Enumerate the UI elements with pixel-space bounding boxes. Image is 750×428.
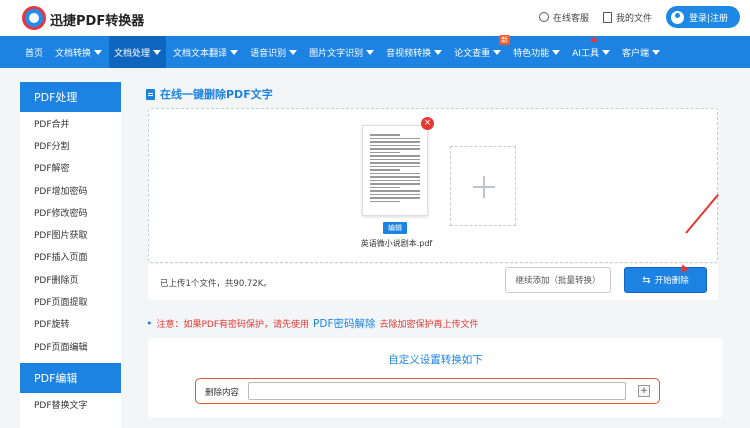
sidebar-item-pdf-delete-page[interactable]: PDF删除页 (20, 268, 121, 290)
my-files-link[interactable]: 我的文件 (602, 11, 652, 24)
nav-doc-translate[interactable]: 文档文本翻译 (168, 36, 243, 68)
nav-features[interactable]: 特色功能 (508, 36, 565, 68)
sidebar-item-pdf-page-extract[interactable]: PDF页面提取 (20, 290, 121, 312)
nav-image-ocr-label: 图片文字识别 (309, 48, 364, 59)
nav-av-convert-label: 音视频转换 (386, 48, 432, 59)
file-icon (146, 88, 155, 100)
nav-speech-label: 语音识别 (250, 48, 287, 59)
edit-file-button[interactable]: 编辑 (383, 222, 407, 234)
settings-panel: 自定义设置转换如下 删除内容 + (148, 338, 723, 418)
sidebar-item-pdf-split[interactable]: PDF分割 (20, 134, 121, 156)
sidebar: PDF处理 PDF合并 PDF分割 PDF解密 PDF增加密码 PDF修改密码 … (20, 82, 121, 428)
sidebar-item-pdf-merge[interactable]: PDF合并 (20, 112, 121, 134)
nav-home[interactable]: 首页 (20, 36, 48, 68)
password-note: • 注意：如果PDF有密码保护，请先使用 PDF密码解除 去除加密保护再上传文件 (146, 316, 479, 331)
sidebar-item-pdf-add-password[interactable]: PDF增加密码 (20, 179, 121, 201)
user-icon (671, 10, 684, 24)
nav-image-ocr[interactable]: 图片文字识别 (304, 36, 379, 68)
chevron-down-icon (552, 49, 561, 55)
note-prefix: 注意：如果PDF有密码保护，请先使用 (156, 320, 310, 330)
sidebar-item-pdf-image-extract[interactable]: PDF图片获取 (20, 223, 121, 245)
nav-features-label: 特色功能 (513, 48, 550, 59)
main-nav: 首页 文档转换 文档处理 文档文本翻译 语音识别 图片文字识别 音视频转换 论文… (0, 35, 750, 68)
nav-av-convert[interactable]: 音视频转换 (381, 36, 447, 68)
login-register-button[interactable]: 登录|注册 (666, 6, 740, 28)
bullet-icon: • (146, 317, 153, 330)
nav-client-label: 客户端 (621, 48, 649, 59)
page-title: 在线一键删除PDF文字 (146, 86, 273, 102)
start-delete-button[interactable]: ⇆ 开始删除 (624, 267, 707, 293)
upload-area[interactable]: × 编辑 英语微小说剧本.pdf (148, 108, 718, 263)
add-row-icon[interactable]: + (638, 385, 650, 397)
file-name: 英语微小说剧本.pdf (360, 239, 433, 248)
nav-doc-convert-label: 文档转换 (55, 48, 92, 59)
add-file-button[interactable] (450, 146, 516, 226)
delete-content-input[interactable] (248, 382, 626, 400)
chevron-down-icon (366, 49, 375, 55)
chevron-down-icon (230, 49, 239, 55)
sidebar-item-pdf-replace-text[interactable]: PDF替换文字 (20, 393, 121, 415)
customer-service-label: 在线客服 (552, 13, 589, 24)
sidebar-item-pdf-decrypt[interactable]: PDF解密 (20, 157, 121, 179)
nav-paper-check-label: 论文查重 (454, 48, 491, 59)
sidebar-section-pdf-edit: PDF编辑 (20, 363, 121, 394)
settings-title: 自定义设置转换如下 (388, 354, 483, 366)
upload-info-bar: 已上传1个文件，共90.72K。 继续添加（批量转换） ⇆ 开始删除 (148, 264, 718, 300)
chevron-down-icon (94, 49, 103, 55)
nav-doc-translate-label: 文档文本翻译 (173, 48, 228, 59)
page-title-text: 在线一键删除PDF文字 (160, 88, 273, 101)
sidebar-item-pdf-insert-page[interactable]: PDF插入页面 (20, 246, 121, 268)
chevron-down-icon (289, 49, 298, 55)
nav-speech-recognition[interactable]: 语音识别 (245, 36, 302, 68)
customer-service-link[interactable]: 在线客服 (538, 11, 589, 24)
upload-summary: 已上传1个文件，共90.72K。 (160, 279, 272, 289)
sidebar-item-pdf-page-edit[interactable]: PDF页面编辑 (20, 335, 121, 357)
nav-paper-check[interactable]: 论文查重新 (449, 35, 511, 68)
delete-content-row: 删除内容 + (195, 378, 660, 404)
top-header: 迅捷PDF转换器 在线客服 我的文件 登录|注册 (0, 0, 750, 36)
pdf-password-remove-link[interactable]: PDF密码解除 (313, 316, 375, 331)
chevron-down-icon (434, 49, 443, 55)
nav-doc-process-label: 文档处理 (114, 48, 151, 59)
sidebar-item-pdf-change-password[interactable]: PDF修改密码 (20, 201, 121, 223)
chevron-down-icon (493, 49, 502, 55)
delete-content-label: 删除内容 (205, 388, 240, 398)
start-delete-label: 开始删除 (654, 276, 689, 286)
pdf-thumbnail (362, 125, 428, 216)
nav-ai-tools-label: AI工具 (572, 48, 599, 59)
headset-icon (538, 12, 549, 22)
chevron-down-icon (651, 49, 660, 55)
nav-client[interactable]: 客户端 (617, 36, 665, 68)
arrow-up-icon (590, 36, 598, 42)
remove-file-icon[interactable]: × (421, 117, 434, 130)
sidebar-section-pdf-process: PDF处理 (20, 82, 121, 112)
swap-icon: ⇆ (642, 274, 651, 286)
chevron-down-icon (153, 49, 162, 55)
my-files-label: 我的文件 (615, 13, 652, 24)
sidebar-item-pdf-rotate[interactable]: PDF旋转 (20, 313, 121, 335)
document-icon (602, 11, 612, 23)
nav-home-label: 首页 (25, 48, 44, 59)
note-suffix: 去除加密保护再上传文件 (379, 320, 479, 330)
continue-add-button[interactable]: 继续添加（批量转换） (505, 267, 611, 293)
nav-doc-process[interactable]: 文档处理 (109, 36, 167, 68)
logo-icon[interactable] (22, 6, 46, 30)
login-register-label: 登录|注册 (689, 13, 729, 24)
chevron-down-icon (601, 49, 610, 55)
header-actions: 在线客服 我的文件 登录|注册 (538, 6, 740, 28)
nav-doc-convert[interactable]: 文档转换 (50, 36, 107, 68)
brand-name[interactable]: 迅捷PDF转换器 (50, 10, 144, 29)
